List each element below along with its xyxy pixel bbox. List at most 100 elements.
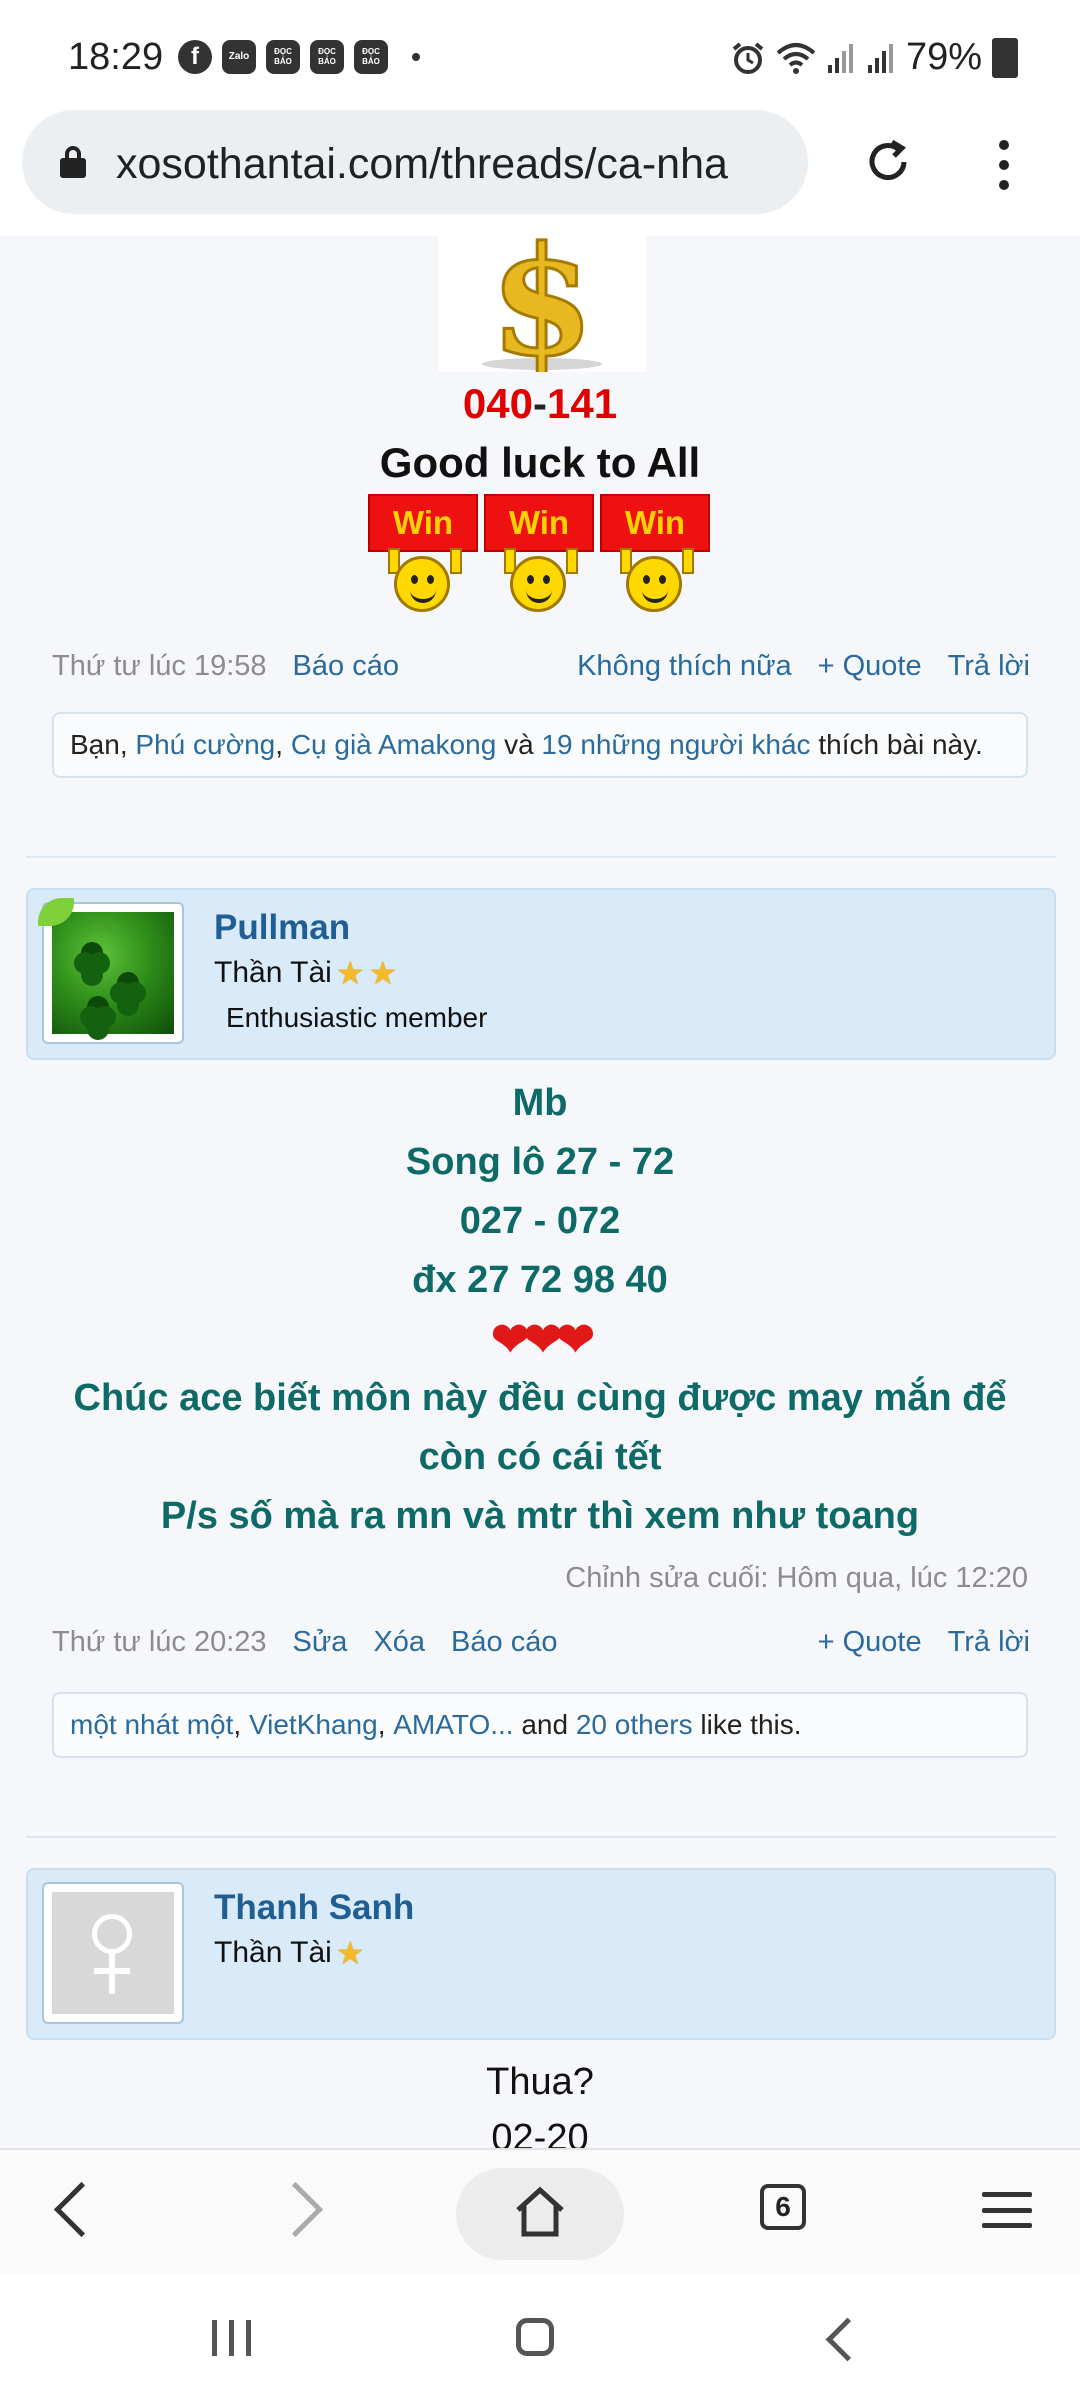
clock: 18:29 xyxy=(68,36,164,78)
report-link[interactable]: Báo cáo xyxy=(293,650,399,683)
battery-percent: 79% xyxy=(905,36,982,78)
reload-icon[interactable] xyxy=(860,134,916,190)
number-a: 040 xyxy=(462,380,533,427)
home-button[interactable] xyxy=(456,2168,624,2260)
like-user-link[interactable]: Phú cường xyxy=(135,729,275,761)
wifi-icon xyxy=(776,42,816,74)
hearts-icon: ❤❤❤ xyxy=(491,1313,595,1365)
likes-summary: Bạn, Phú cường, Cụ già Amakong và 19 nhữ… xyxy=(52,712,1028,778)
like-user-link[interactable]: VietKhang xyxy=(249,1709,378,1741)
message-line: đx 27 72 98 40 xyxy=(412,1259,668,1301)
post1-actions: Thứ tư lúc 19:58 Báo cáo Không thích nữa… xyxy=(52,650,1030,683)
zalo-icon: Zalo xyxy=(222,40,256,74)
system-back-icon[interactable] xyxy=(825,2317,870,2362)
alarm-icon xyxy=(732,41,764,74)
thread-content: $ 040-141 Good luck to All Win Win Win T… xyxy=(0,236,1080,2148)
recents-icon[interactable] xyxy=(212,2320,251,2356)
like-suffix: thích bài này. xyxy=(818,729,983,760)
gold-dollar-image: $ xyxy=(438,236,646,372)
win-sign: Win xyxy=(368,494,478,552)
post3-user-panel: Thanh Sanh Thần Tài ★ xyxy=(26,1868,1056,2040)
win-sign: Win xyxy=(484,494,594,552)
message-line: Chúc ace biết môn này đều cùng được may … xyxy=(73,1377,1007,1419)
browser-bottom-nav: 6 xyxy=(0,2148,1080,2276)
report-link[interactable]: Báo cáo xyxy=(451,1626,557,1659)
signal-icon xyxy=(867,43,893,73)
like-others-link[interactable]: 20 others xyxy=(576,1709,693,1741)
quote-link[interactable]: + Quote xyxy=(818,1626,922,1659)
forward-icon[interactable] xyxy=(267,2181,324,2238)
edit-link[interactable]: Sửa xyxy=(293,1626,348,1659)
star-icon: ★ xyxy=(335,955,365,991)
docbao-icon: ĐỌC BÁO xyxy=(354,40,388,74)
post1-numbers: 040-141 xyxy=(0,380,1080,428)
facebook-icon: f xyxy=(178,40,212,74)
number-separator: - xyxy=(533,380,547,427)
tabs-button[interactable]: 6 xyxy=(760,2184,806,2230)
like-and: và xyxy=(504,729,534,760)
quote-link[interactable]: + Quote xyxy=(818,650,922,683)
post-timestamp[interactable]: Thứ tư lúc 19:58 xyxy=(52,650,267,683)
post-divider xyxy=(26,856,1056,858)
browser-toolbar: xosothantai.com/threads/ca-nha xyxy=(0,104,1080,236)
system-navigation-bar xyxy=(0,2274,1080,2400)
default-female-avatar-icon xyxy=(52,1892,174,2014)
user-title-text: Thần Tài xyxy=(214,1936,332,1969)
signal-icon xyxy=(827,43,853,73)
avatar[interactable] xyxy=(42,1882,184,2024)
more-notifications-icon xyxy=(412,53,420,61)
home-icon xyxy=(516,2186,564,2237)
message-line: 027 - 072 xyxy=(459,1200,621,1242)
user-title-text: Thần Tài xyxy=(214,956,332,989)
more-menu-icon[interactable] xyxy=(998,140,1010,190)
system-home-icon[interactable] xyxy=(516,2318,554,2356)
address-bar[interactable]: xosothantai.com/threads/ca-nha xyxy=(22,110,808,214)
back-icon[interactable] xyxy=(53,2181,110,2238)
win-smiley: Win xyxy=(600,494,710,614)
avatar[interactable] xyxy=(38,898,184,1044)
post2-user-panel: Pullman Thần Tài ★ ★ Enthusiastic member xyxy=(26,888,1056,1060)
message-line: Song lô 27 - 72 xyxy=(405,1141,675,1183)
reply-link[interactable]: Trả lời xyxy=(948,1626,1030,1659)
like-suffix: like this. xyxy=(700,1709,802,1740)
greeting-text: Good luck to All xyxy=(379,439,701,486)
number-b: 141 xyxy=(547,380,618,427)
username-link[interactable]: Thanh Sanh xyxy=(214,1888,414,1928)
message-line: P/s số mà ra mn và mtr thì xem như toang xyxy=(160,1495,920,1537)
like-and: and xyxy=(521,1709,569,1740)
battery-icon xyxy=(992,37,1018,78)
star-icon: ★ xyxy=(368,955,398,991)
post-divider xyxy=(26,1836,1056,1838)
docbao-icon: ĐỌC BÁO xyxy=(310,40,344,74)
user-role: Enthusiastic member xyxy=(226,1002,488,1033)
notification-icons: f Zalo ĐỌC BÁO ĐỌC BÁO ĐỌC BÁO xyxy=(178,40,420,74)
last-edited: Chỉnh sửa cuối: Hôm qua, lúc 12:20 xyxy=(565,1562,1028,1594)
message-line: Mb xyxy=(512,1082,568,1124)
user-title: Thần Tài ★ ★ xyxy=(214,954,397,992)
like-others-link[interactable]: 19 những người khác xyxy=(541,729,810,761)
svg-text:$: $ xyxy=(490,236,594,372)
post2-actions: Thứ tư lúc 20:23 Sửa Xóa Báo cáo + Quote… xyxy=(52,1626,1030,1659)
reply-link[interactable]: Trả lời xyxy=(948,650,1030,683)
docbao-icon: ĐỌC BÁO xyxy=(266,40,300,74)
like-user-link[interactable]: Cụ già Amakong xyxy=(291,729,496,761)
username-link[interactable]: Pullman xyxy=(214,908,350,948)
smiley-icon xyxy=(626,556,682,612)
smiley-icon xyxy=(394,556,450,612)
like-user-link[interactable]: một nhát một xyxy=(70,1709,233,1741)
post-timestamp[interactable]: Thứ tư lúc 20:23 xyxy=(52,1626,267,1659)
post3-message: Thua? 02-20 xyxy=(0,2054,1080,2148)
status-bar: 18:29 f Zalo ĐỌC BÁO ĐỌC BÁO ĐỌC BÁO 79% xyxy=(0,0,1080,104)
menu-icon[interactable] xyxy=(982,2192,1032,2228)
url-text[interactable]: xosothantai.com/threads/ca-nha xyxy=(116,140,796,189)
unlike-link[interactable]: Không thích nữa xyxy=(577,650,792,683)
delete-link[interactable]: Xóa xyxy=(373,1626,425,1659)
star-icon: ★ xyxy=(335,1935,365,1971)
win-sign: Win xyxy=(600,494,710,552)
lock-icon[interactable] xyxy=(60,146,86,178)
likes-summary: một nhát một, VietKhang, AMATO... and 20… xyxy=(52,1692,1028,1758)
win-smiley: Win xyxy=(368,494,478,614)
like-user-link[interactable]: AMATO... xyxy=(393,1709,513,1741)
message-line: 02-20 xyxy=(491,2117,589,2148)
win-smileys: Win Win Win xyxy=(368,494,710,614)
